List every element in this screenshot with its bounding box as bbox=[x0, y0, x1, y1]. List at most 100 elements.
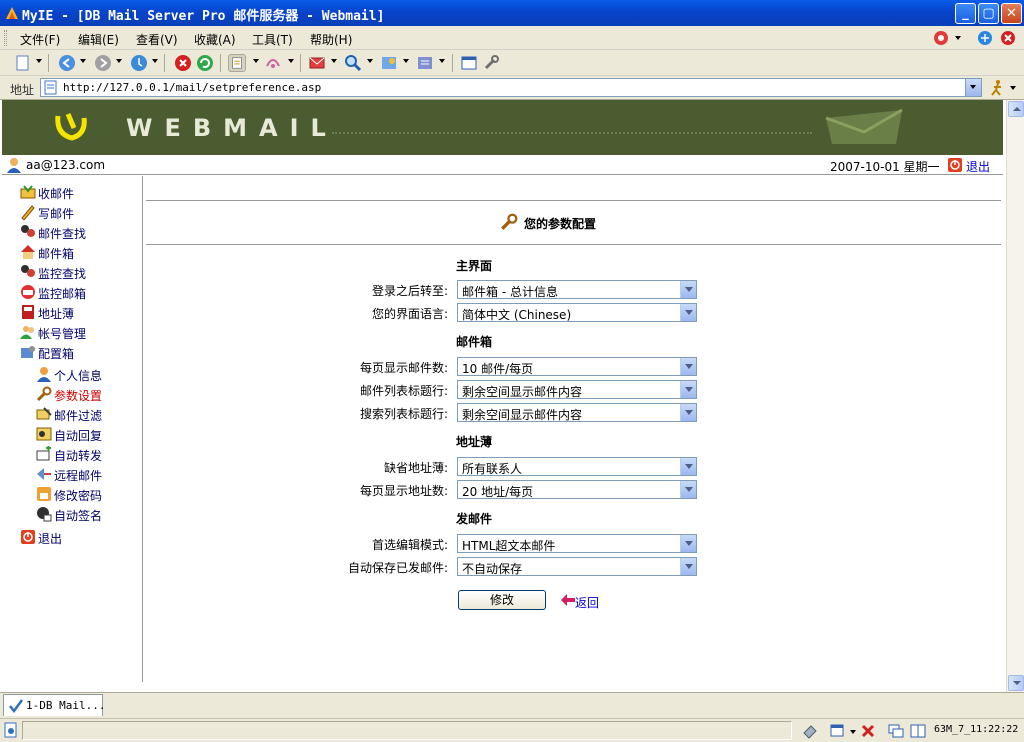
sidebar-nav: 收邮件 写邮件 邮件查找 邮件箱 监控查找 监控邮箱 地址薄 帐号管理 配置箱 … bbox=[2, 176, 143, 682]
close-window-button[interactable]: ✕ bbox=[1001, 3, 1022, 24]
logout-link[interactable]: 退出 bbox=[966, 158, 990, 175]
addressbook-icon bbox=[22, 305, 34, 319]
chevron-down-icon[interactable] bbox=[680, 481, 696, 498]
modify-button[interactable]: 修改 bbox=[458, 590, 546, 610]
proxy-dropdown-arrow[interactable] bbox=[955, 36, 961, 40]
cascade-icon[interactable] bbox=[888, 723, 904, 739]
tab-db-mail[interactable]: 1-DB Mail... bbox=[3, 694, 105, 716]
block-icon[interactable] bbox=[860, 723, 876, 739]
history-dropdown-arrow[interactable] bbox=[439, 59, 445, 63]
mail-icon[interactable] bbox=[308, 54, 326, 72]
home-globe-icon[interactable] bbox=[130, 54, 148, 72]
mail-dropdown-arrow[interactable] bbox=[331, 59, 337, 63]
person-icon bbox=[37, 367, 51, 382]
search-dropdown-arrow[interactable] bbox=[367, 59, 373, 63]
favorites-dropdown-arrow[interactable] bbox=[403, 59, 409, 63]
window-icon[interactable] bbox=[830, 723, 848, 739]
lock-icon bbox=[37, 487, 51, 501]
myie-app-icon bbox=[6, 7, 18, 19]
stop-all-icon[interactable] bbox=[999, 29, 1017, 47]
menu-view[interactable]: 查看(V) bbox=[136, 31, 178, 48]
divider bbox=[146, 244, 1001, 245]
new-dropdown-arrow[interactable] bbox=[36, 59, 42, 63]
toolbar-separator bbox=[220, 54, 221, 72]
wrench-icon bbox=[36, 386, 52, 402]
default-addressbook-select[interactable]: 所有联系人 bbox=[457, 457, 697, 476]
forward-dropdown-arrow[interactable] bbox=[116, 59, 122, 63]
scroll-down-button[interactable] bbox=[1008, 675, 1024, 691]
default-addressbook-label: 缺省地址薄: bbox=[383, 461, 448, 475]
signature-icon bbox=[37, 507, 52, 522]
window-title: MyIE - [DB Mail Server Pro 邮件服务器 - Webma… bbox=[22, 9, 385, 24]
edit-mode-select[interactable]: HTML超文本邮件 bbox=[457, 534, 697, 553]
favorites-icon[interactable] bbox=[380, 54, 398, 72]
go-runner-icon[interactable] bbox=[988, 79, 1006, 97]
stop-icon[interactable] bbox=[174, 54, 192, 72]
minimize-button[interactable]: _ bbox=[955, 3, 976, 24]
address-dropdown-button[interactable] bbox=[965, 79, 981, 96]
autosave-select[interactable]: 不自动保存 bbox=[457, 557, 697, 576]
mails-per-page-select[interactable]: 10 邮件/每页 bbox=[457, 357, 697, 376]
login-goto-label: 登录之后转至: bbox=[371, 284, 448, 298]
refresh-icon[interactable] bbox=[196, 54, 214, 72]
popup-filter-icon[interactable] bbox=[264, 54, 282, 72]
chevron-down-icon[interactable] bbox=[680, 304, 696, 321]
edit-mode-label: 首选编辑模式: bbox=[371, 538, 448, 552]
back-dropdown-arrow[interactable] bbox=[80, 59, 86, 63]
address-input[interactable]: http://127.0.0.1/mail/setpreference.asp bbox=[40, 78, 982, 97]
user-bar: aa@123.com 2007-10-01 星期一 退出 bbox=[2, 155, 1003, 175]
status-text-pane bbox=[22, 721, 792, 740]
window-dropdown-arrow[interactable] bbox=[850, 730, 856, 734]
checkmark-icon bbox=[9, 699, 24, 714]
page-tools-icon[interactable] bbox=[228, 54, 246, 72]
addresses-per-page-select[interactable]: 20 地址/每页 bbox=[457, 480, 697, 499]
chevron-down-icon[interactable] bbox=[680, 281, 696, 298]
menu-tools[interactable]: 工具(T) bbox=[252, 31, 293, 48]
chevron-down-icon[interactable] bbox=[680, 558, 696, 575]
menu-favorites[interactable]: 收藏(A) bbox=[194, 31, 236, 48]
logout-icon[interactable] bbox=[948, 158, 962, 172]
vertical-scrollbar[interactable] bbox=[1006, 100, 1024, 692]
menu-edit[interactable]: 编辑(E) bbox=[78, 31, 119, 48]
scroll-up-button[interactable] bbox=[1008, 101, 1024, 117]
wrench-icon bbox=[501, 213, 518, 230]
section-mailbox: 邮件箱 bbox=[456, 335, 493, 349]
menu-file[interactable]: 文件(F) bbox=[20, 31, 60, 48]
eraser-icon[interactable] bbox=[802, 723, 818, 739]
user-icon bbox=[7, 158, 21, 173]
menu-help[interactable]: 帮助(H) bbox=[310, 31, 352, 48]
home-dropdown-arrow[interactable] bbox=[152, 59, 158, 63]
mails-per-page-label: 每页显示邮件数: bbox=[359, 361, 448, 375]
popup-filter-dropdown-arrow[interactable] bbox=[288, 59, 294, 63]
forward-icon[interactable] bbox=[94, 54, 112, 72]
proxy-icon[interactable] bbox=[932, 29, 950, 47]
login-goto-select[interactable]: 邮件箱 - 总计信息 bbox=[457, 280, 697, 299]
search-subject-select[interactable]: 剩余空间显示邮件内容 bbox=[457, 403, 697, 422]
toolbar bbox=[0, 50, 1024, 76]
restore-button[interactable]: ▢ bbox=[978, 3, 999, 24]
search-icon[interactable] bbox=[344, 54, 362, 72]
address-bar: 地址 http://127.0.0.1/mail/setpreference.a… bbox=[0, 76, 1024, 100]
help-globe-icon[interactable] bbox=[976, 29, 994, 47]
go-dropdown-arrow[interactable] bbox=[1010, 86, 1016, 90]
reply-icon bbox=[36, 427, 52, 441]
list-subject-select[interactable]: 剩余空间显示邮件内容 bbox=[457, 380, 697, 399]
section-send: 发邮件 bbox=[456, 512, 493, 526]
mailbox-icon bbox=[21, 285, 35, 299]
back-icon[interactable] bbox=[58, 54, 76, 72]
chevron-down-icon[interactable] bbox=[680, 535, 696, 552]
history-icon[interactable] bbox=[416, 54, 434, 72]
chevron-down-icon[interactable] bbox=[680, 381, 696, 398]
user-email: aa@123.com bbox=[26, 158, 106, 172]
new-page-icon[interactable] bbox=[14, 54, 32, 72]
chevron-down-icon[interactable] bbox=[680, 458, 696, 475]
toolbar-separator bbox=[164, 54, 165, 72]
section-addressbook: 地址薄 bbox=[456, 435, 493, 449]
chevron-down-icon[interactable] bbox=[680, 358, 696, 375]
chevron-down-icon[interactable] bbox=[680, 404, 696, 421]
options-tools-icon[interactable] bbox=[482, 54, 500, 72]
tile-icon[interactable] bbox=[910, 723, 926, 739]
page-tools-dropdown-arrow[interactable] bbox=[253, 59, 259, 63]
window-layout-icon[interactable] bbox=[460, 54, 478, 72]
language-select[interactable]: 简体中文 (Chinese) bbox=[457, 303, 697, 322]
